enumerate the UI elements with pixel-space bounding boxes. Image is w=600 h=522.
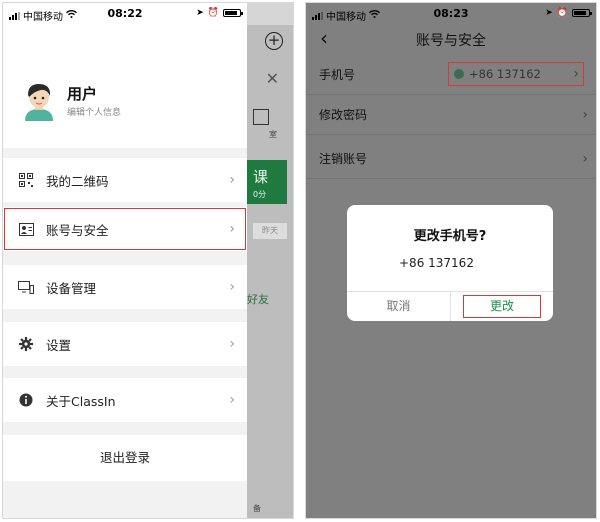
cancel-button[interactable]: 取消 — [347, 292, 450, 321]
location-icon: ➤ — [545, 8, 553, 18]
course-card: 课 0分 — [247, 160, 287, 204]
chevron-right-icon: › — [229, 336, 235, 352]
change-phone-dialog: 更改手机号? +86 137162 取消 更改 — [347, 205, 553, 321]
location-icon: ➤ — [196, 8, 204, 18]
menu-item-device-management[interactable]: 设备管理 › — [3, 265, 247, 309]
chevron-right-icon: › — [229, 279, 235, 295]
user-name[interactable]: 用户 — [67, 83, 97, 104]
phone-number-value[interactable]: +86 137162 › — [448, 62, 584, 86]
dialog-title: 更改手机号? — [413, 229, 487, 244]
menu-item-qr-code[interactable]: 我的二维码 › — [3, 158, 247, 202]
chevron-right-icon: › — [573, 66, 579, 82]
bg-tiny-label: 室 — [269, 130, 277, 139]
chevron-right-icon: › — [582, 150, 588, 167]
row-change-password[interactable]: 修改密码 › — [306, 95, 596, 135]
classroom-icon — [253, 109, 269, 125]
phone-status-icon — [454, 69, 464, 79]
add-plus-icon: + — [265, 32, 283, 50]
chevron-right-icon: › — [582, 106, 588, 123]
row-label: 注销账号 — [319, 152, 368, 166]
menu-item-label: 账号与安全 — [46, 222, 109, 238]
background-home-page: + ✕ 室 课 0分 昨天 好友 备 — [247, 25, 293, 518]
battery-icon — [223, 9, 243, 17]
phone-number-text: +86 137162 — [469, 67, 541, 81]
status-bar: 中国移动 08:23 ➤ ⏰ — [306, 3, 596, 25]
edit-profile-link[interactable]: 编辑个人信息 — [67, 105, 121, 118]
status-right-icons: ➤ ⏰ — [545, 8, 592, 18]
alarm-icon: ⏰ — [556, 8, 568, 18]
status-right-icons: ➤ ⏰ — [196, 8, 243, 18]
friends-link: 好友 — [247, 293, 269, 306]
chevron-right-icon: › — [229, 172, 235, 188]
bg-tab-label: 备 — [253, 504, 261, 513]
row-delete-account[interactable]: 注销账号 › — [306, 139, 596, 179]
right-phone-screen: 中国移动 08:23 ➤ ⏰ ‹ 账号与安全 手机号 +86 137162 › … — [305, 2, 597, 519]
left-phone-screen: + ✕ 室 课 0分 昨天 好友 备 中国移动 08:22 ➤ ⏰ 用户 编辑个… — [2, 2, 294, 519]
side-drawer: 中国移动 08:22 ➤ ⏰ 用户 编辑个人信息 我的二维码 › 账号与安全 ›… — [3, 3, 247, 518]
dialog-button-divider — [450, 291, 451, 321]
gear-icon — [18, 336, 34, 352]
chevron-right-icon: › — [229, 221, 235, 237]
alarm-icon: ⏰ — [207, 8, 219, 18]
close-icon: ✕ — [265, 69, 279, 88]
menu-item-settings[interactable]: 设置 › — [3, 322, 247, 366]
menu-item-label: 设置 — [46, 337, 72, 353]
info-icon — [18, 392, 34, 408]
menu-item-about[interactable]: 关于ClassIn › — [3, 378, 247, 422]
menu-item-label: 设备管理 — [46, 280, 97, 296]
qr-code-icon — [18, 172, 34, 188]
menu-item-label: 我的二维码 — [46, 173, 109, 189]
row-label: 修改密码 — [319, 108, 368, 122]
account-card-icon — [18, 221, 34, 237]
course-card-text: 课 — [253, 168, 269, 186]
devices-icon — [18, 279, 34, 295]
drawer-profile-area: 中国移动 08:22 ➤ ⏰ 用户 编辑个人信息 — [3, 3, 247, 148]
page-title: 账号与安全 — [416, 33, 486, 49]
course-card-sub: 0分 — [253, 190, 267, 199]
confirm-change-button[interactable]: 更改 — [463, 295, 541, 318]
dialog-message: +86 137162 — [399, 256, 474, 270]
status-bar: 中国移动 08:22 ➤ ⏰ — [3, 3, 247, 25]
avatar[interactable] — [21, 81, 57, 121]
menu-item-label: 关于ClassIn — [46, 393, 116, 409]
menu-item-account-security[interactable]: 账号与安全 › — [3, 207, 247, 251]
logout-button[interactable]: 退出登录 — [3, 435, 247, 481]
battery-icon — [572, 9, 592, 17]
date-chip: 昨天 — [253, 223, 287, 239]
chevron-right-icon: › — [229, 392, 235, 408]
